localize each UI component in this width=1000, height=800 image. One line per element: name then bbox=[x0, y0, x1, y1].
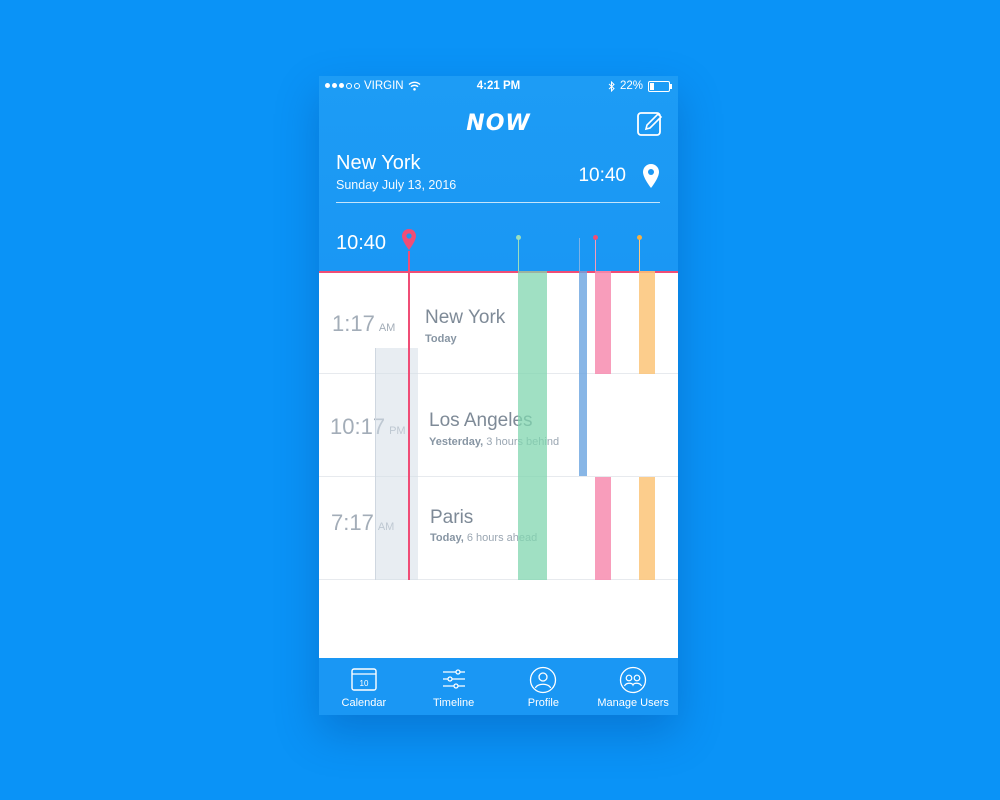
calendar-badge: 10 bbox=[359, 679, 368, 688]
event-stem-orange bbox=[639, 238, 640, 272]
bluetooth-icon bbox=[608, 80, 615, 92]
city-row-paris[interactable]: 7:17AM Paris Today, 6 hours ahead bbox=[319, 477, 678, 580]
header-divider bbox=[336, 202, 660, 203]
event-bar-green[interactable] bbox=[518, 271, 547, 580]
user-icon bbox=[530, 666, 557, 694]
timeline-marker-pin-icon[interactable] bbox=[401, 228, 417, 252]
tab-timeline[interactable]: Timeline bbox=[409, 658, 499, 715]
tab-label: Profile bbox=[527, 697, 559, 709]
timeline-scrub-time: 10:40 bbox=[336, 232, 387, 254]
current-time: 10:40 bbox=[578, 165, 626, 186]
current-city: New York bbox=[336, 152, 421, 174]
battery-percent: 22% bbox=[619, 80, 643, 92]
tab-profile[interactable]: Profile bbox=[499, 658, 589, 715]
current-time-indicator bbox=[408, 251, 410, 580]
event-stem-pink bbox=[595, 238, 596, 272]
city-name: Los Angeles bbox=[429, 410, 533, 431]
city-time: 1:17 AM bbox=[332, 311, 396, 336]
status-bar: VIRGIN 4:21 PM 22% bbox=[319, 76, 678, 98]
current-date: Sunday July 13, 2016 bbox=[336, 178, 457, 192]
event-stem-green bbox=[518, 238, 519, 272]
event-bar-pink-1[interactable] bbox=[595, 271, 611, 374]
location-pin-icon[interactable] bbox=[642, 163, 660, 189]
event-bar-orange-1[interactable] bbox=[639, 271, 655, 374]
event-dot-pink bbox=[593, 235, 598, 240]
event-bar-pink-2[interactable] bbox=[595, 477, 611, 580]
event-bar-grey[interactable] bbox=[375, 348, 418, 580]
status-right: 22% bbox=[608, 80, 672, 92]
sliders-icon bbox=[442, 669, 465, 689]
city-relative-day: Today bbox=[425, 333, 457, 345]
app-logo: NOW bbox=[466, 111, 531, 136]
event-dot-green bbox=[516, 235, 521, 240]
app-header: VIRGIN 4:21 PM 22% NOW New York Sunday J… bbox=[319, 76, 678, 271]
tab-label: Calendar bbox=[341, 697, 387, 709]
tab-manage-users[interactable]: Manage Users bbox=[588, 658, 678, 715]
tab-label: Timeline bbox=[433, 697, 475, 709]
event-bar-orange-2[interactable] bbox=[639, 477, 655, 580]
city-row-los-angeles[interactable]: 10:17PM Los Angeles Yesterday, 3 hours b… bbox=[319, 374, 678, 477]
city-name: Paris bbox=[430, 507, 474, 528]
phone-screen: VIRGIN 4:21 PM 22% NOW New York Sunday J… bbox=[319, 76, 678, 715]
tab-label: Manage Users bbox=[597, 697, 669, 709]
city-name: New York bbox=[425, 307, 506, 328]
users-icon bbox=[619, 666, 647, 694]
battery-icon bbox=[648, 80, 672, 92]
event-bar-blue[interactable] bbox=[579, 271, 587, 476]
tab-calendar[interactable]: 10 Calendar bbox=[319, 658, 409, 715]
event-stem-blue bbox=[579, 238, 580, 272]
city-row-new-york[interactable]: 1:17 AM New York Today bbox=[319, 271, 678, 374]
event-dot-orange bbox=[637, 235, 642, 240]
calendar-icon: 10 bbox=[351, 668, 377, 691]
tab-bar: 10 Calendar Timeline Profile Manage User… bbox=[319, 658, 678, 715]
compose-icon[interactable] bbox=[636, 110, 664, 138]
